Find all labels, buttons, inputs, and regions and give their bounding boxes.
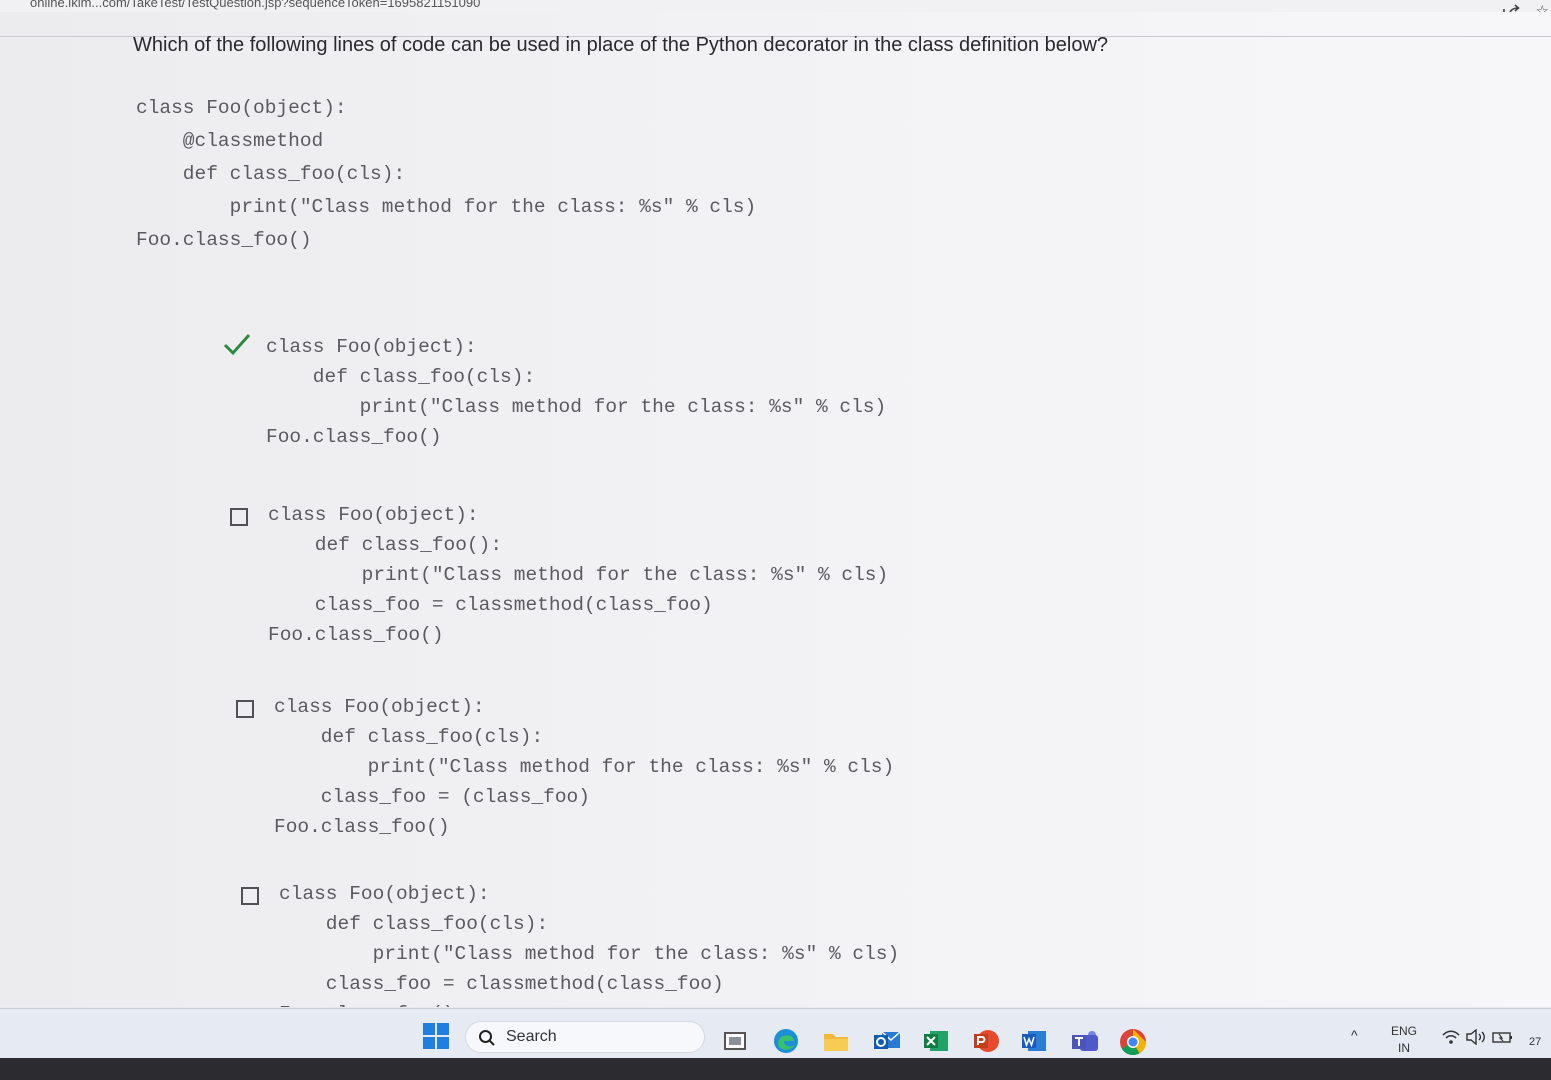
powerpoint-icon[interactable] — [972, 1027, 1000, 1055]
chrome-icon[interactable] — [1118, 1027, 1147, 1056]
code-line: Foo.class_foo() — [274, 816, 450, 838]
screen-bezel — [0, 1058, 1551, 1080]
battery-icon[interactable] — [1491, 1029, 1515, 1050]
option-code-block: class Foo(object): def class_foo(cls): p… — [266, 332, 886, 452]
code-line: print("Class method for the class: %s" %… — [274, 756, 895, 778]
code-line: def class_foo(cls): — [266, 366, 536, 388]
code-line: print("Class method for the class: %s" %… — [266, 396, 887, 418]
code-line: print("Class method for the class: %s" %… — [279, 943, 900, 965]
option-checkbox[interactable] — [236, 700, 254, 718]
taskbar-search[interactable]: Search — [465, 1021, 705, 1053]
code-line: Foo.class_foo() — [268, 624, 444, 646]
code-line: def class_foo(): — [268, 534, 503, 556]
search-label: Search — [506, 1028, 557, 1045]
system-tray: ^ ENG IN 27 — [1351, 1021, 1551, 1061]
address-bar[interactable]: online.iklm...com/TakeTest/TestQuestion.… — [0, 0, 1551, 12]
option-checkbox[interactable] — [230, 508, 248, 526]
code-line: Foo.class_foo() — [266, 426, 442, 448]
search-icon — [478, 1029, 496, 1052]
question-code-block: class Foo(object): @classmethod def clas… — [136, 92, 756, 257]
language-code: ENG — [1391, 1024, 1418, 1038]
word-icon[interactable] — [1020, 1027, 1048, 1055]
code-line: class_foo = (class_foo) — [274, 786, 590, 808]
code-line: @classmethod — [136, 130, 324, 152]
language-indicator[interactable]: ENG IN — [1391, 1023, 1417, 1057]
edge-icon[interactable] — [772, 1027, 800, 1055]
region-code: IN — [1398, 1041, 1410, 1055]
code-line: print("Class method for the class: %s" %… — [268, 564, 889, 586]
chevron-up-icon[interactable]: ^ — [1351, 1027, 1358, 1043]
excel-icon[interactable] — [922, 1027, 950, 1055]
code-line: def class_foo(cls): — [274, 726, 544, 748]
code-line: print("Class method for the class: %s" %… — [136, 196, 757, 218]
code-line: class Foo(object): — [279, 883, 490, 905]
option-code-block: class Foo(object): def class_foo(cls): p… — [279, 879, 899, 1007]
code-line: class Foo(object): — [266, 336, 477, 358]
test-page: Which of the following lines of code can… — [0, 12, 1551, 1007]
option-code-block: class Foo(object): def class_foo(cls): p… — [274, 692, 894, 842]
code-line: class_foo = classmethod(class_foo) — [268, 594, 713, 616]
url-text: online.iklm...com/TakeTest/TestQuestion.… — [30, 0, 481, 10]
outlook-icon[interactable] — [872, 1027, 901, 1055]
checkmark-icon[interactable] — [222, 332, 252, 363]
volume-icon[interactable] — [1465, 1028, 1487, 1050]
code-line: Foo.class_foo() — [136, 229, 312, 251]
file-manager-icon[interactable] — [722, 1027, 750, 1055]
taskbar: Search ^ ENG IN 27 — [0, 1008, 1551, 1059]
question-text: Which of the following lines of code can… — [133, 34, 1109, 56]
code-line: class_foo = classmethod(class_foo) — [279, 973, 724, 995]
code-line: Foo.class_foo() — [279, 999, 899, 1007]
code-line: def class_foo(cls): — [279, 913, 549, 935]
wifi-icon[interactable] — [1441, 1029, 1461, 1050]
option-checkbox[interactable] — [241, 887, 259, 905]
code-line: class Foo(object): — [136, 97, 347, 119]
option-code-block: class Foo(object): def class_foo(): prin… — [268, 500, 888, 650]
windows-start-icon[interactable] — [423, 1023, 449, 1049]
code-line: class Foo(object): — [274, 696, 485, 718]
teams-icon[interactable] — [1070, 1027, 1098, 1055]
code-line: class Foo(object): — [268, 504, 479, 526]
folder-icon[interactable] — [822, 1027, 850, 1055]
clock-fragment: 27 — [1529, 1036, 1542, 1048]
code-line: def class_foo(cls): — [136, 163, 406, 185]
